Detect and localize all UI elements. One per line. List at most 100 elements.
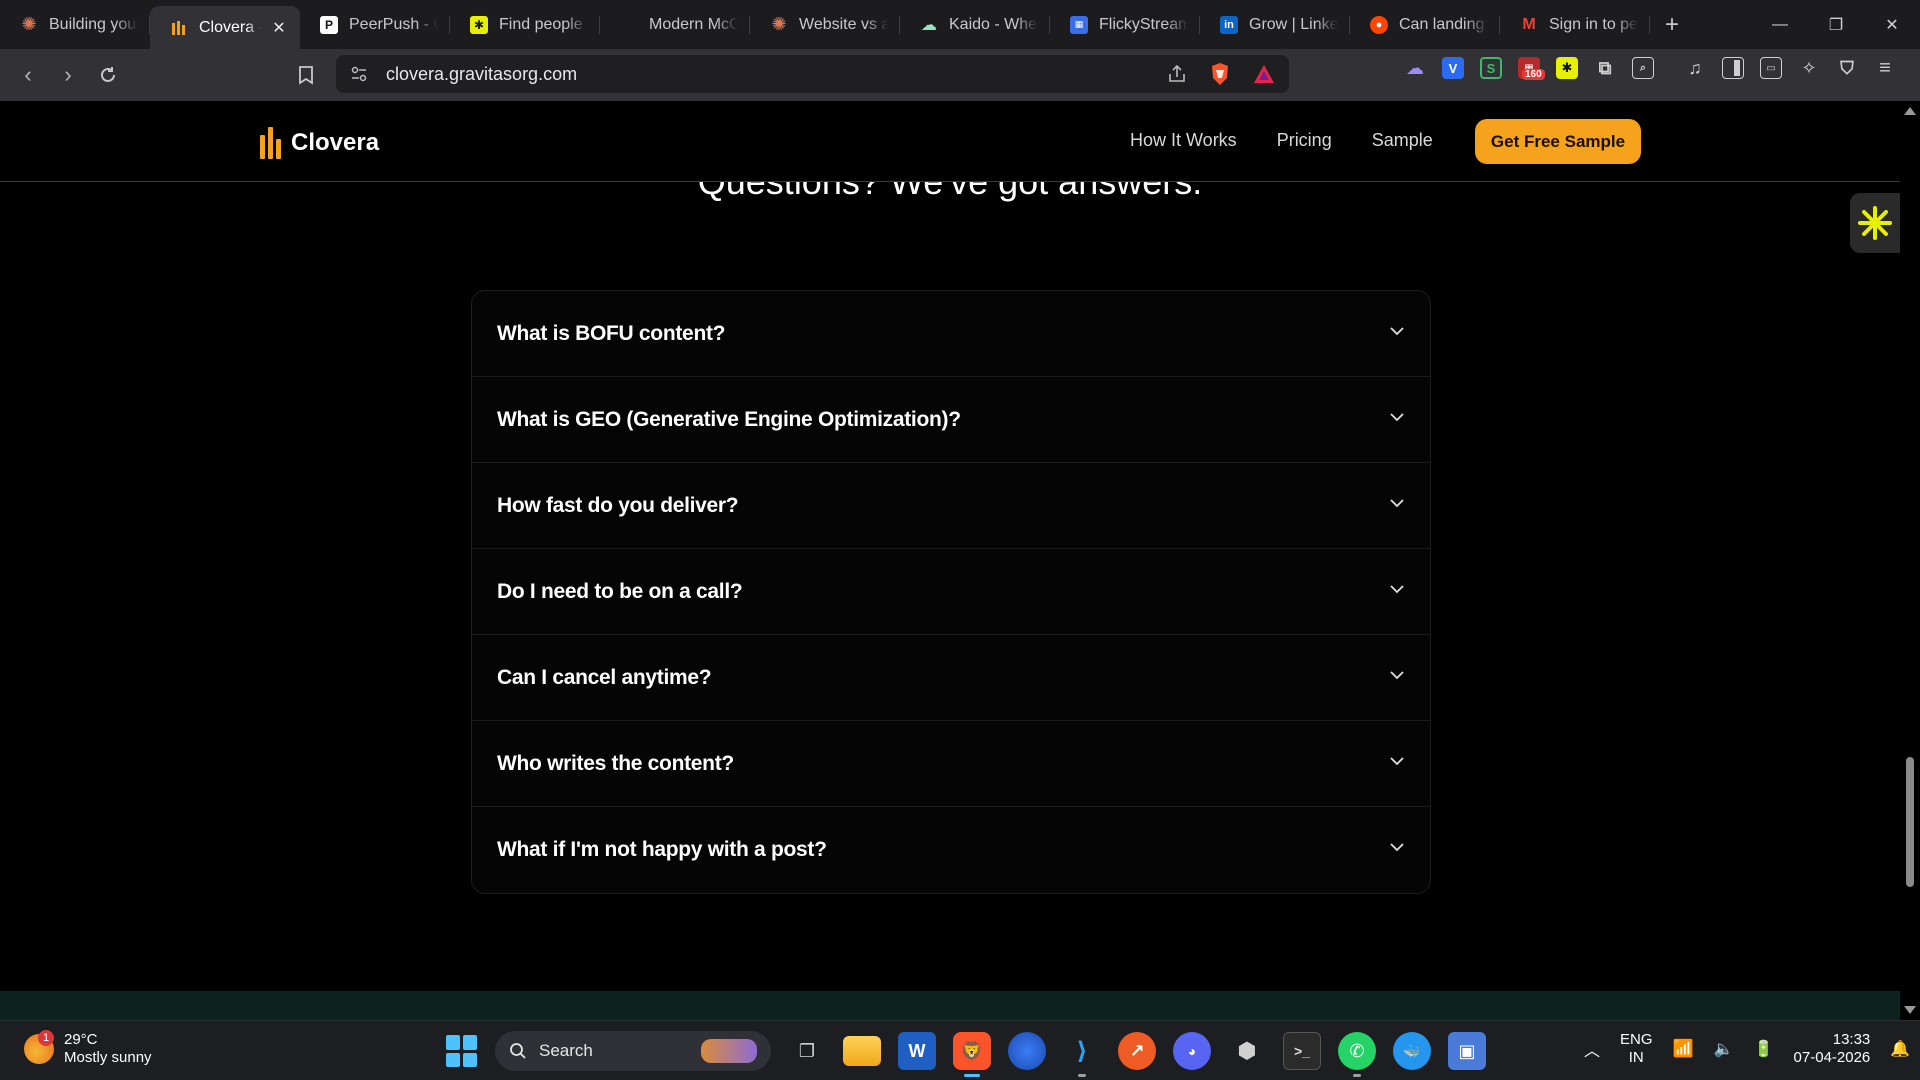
weather-temperature: 29°C	[64, 1031, 98, 1048]
chevron-right-icon: ›	[64, 62, 72, 87]
restore-button[interactable]: ❐	[1808, 0, 1864, 49]
tab-find-people[interactable]: ✱ Find people -	[450, 0, 600, 49]
sidebar-icon[interactable]	[1722, 57, 1744, 79]
reload-button[interactable]	[90, 57, 126, 93]
wallet-icon[interactable]: ▭	[1760, 57, 1782, 79]
nav-sample[interactable]: Sample	[1372, 130, 1433, 151]
minimize-button[interactable]: —	[1752, 0, 1808, 49]
vscode-icon[interactable]: ⟩	[1063, 1032, 1101, 1077]
brave-shields-icon[interactable]	[1209, 62, 1231, 86]
tab-label: Clovera -	[199, 18, 262, 36]
close-tab-icon[interactable]: ✕	[270, 18, 288, 38]
tab-label: Grow | Linked	[1249, 15, 1338, 33]
tab-label: Building your	[49, 15, 138, 33]
window-controls: — ❐ ✕	[1752, 0, 1920, 49]
nav-pricing[interactable]: Pricing	[1277, 130, 1332, 151]
docker-icon[interactable]: 🐳	[1393, 1032, 1431, 1070]
tab-peerpush[interactable]: P PeerPush - Gr	[300, 0, 450, 49]
tab-label: Find people -	[499, 15, 588, 33]
search-placeholder: Search	[539, 1041, 593, 1060]
sun-cloud-icon: 1	[24, 1030, 54, 1064]
notifications-bell-icon[interactable]: 🔔	[1890, 1039, 1910, 1059]
discord-icon[interactable]: ◕	[1173, 1032, 1211, 1070]
asterisk-extension-icon[interactable]: ✱	[1556, 57, 1578, 79]
chevron-down-icon	[1390, 843, 1404, 852]
menu-icon[interactable]: ≡	[1874, 57, 1896, 79]
get-free-sample-button[interactable]: Get Free Sample	[1475, 119, 1641, 164]
calendar-extension-icon[interactable]: ▦ 160	[1518, 57, 1545, 80]
chevron-up-icon[interactable]: ︿	[1584, 1037, 1600, 1061]
nav-how-it-works[interactable]: How It Works	[1130, 130, 1237, 151]
faq-question: What is GEO (Generative Engine Optimizat…	[497, 407, 961, 431]
faq-item-cancel[interactable]: Can I cancel anytime?	[472, 635, 1430, 721]
taskbar-search[interactable]: Search	[495, 1031, 771, 1071]
tab-can-landing[interactable]: ● Can landing p	[1350, 0, 1500, 49]
windows-taskbar: 1 29°C Mostly sunny Search ❐ W 🦁 ⟩ ↗ ◕ ⬢…	[0, 1020, 1920, 1080]
remote-desktop-icon[interactable]: ▣	[1448, 1032, 1486, 1070]
page-scrollbar[interactable]	[1900, 101, 1920, 1020]
puzzle-extensions-icon[interactable]: ⧉	[1594, 57, 1616, 79]
volume-icon[interactable]: 🔈	[1714, 1039, 1734, 1059]
wifi-icon[interactable]: 📶	[1673, 1039, 1694, 1059]
tab-building-your[interactable]: ✺ Building your	[0, 0, 150, 49]
bookmark-icon	[299, 66, 313, 85]
tab-grow-linkedin[interactable]: in Grow | Linked	[1200, 0, 1350, 49]
site-logo[interactable]: Clovera	[260, 127, 379, 159]
faq-item-writer[interactable]: Who writes the content?	[472, 721, 1430, 807]
tab-modern-mcg[interactable]: Modern McG	[600, 0, 750, 49]
music-icon[interactable]: ♫	[1684, 57, 1706, 79]
scrollbar-thumb[interactable]	[1906, 757, 1914, 887]
postman-icon[interactable]: ↗	[1118, 1032, 1156, 1070]
faq-item-delivery[interactable]: How fast do you deliver?	[472, 463, 1430, 549]
faq-item-geo[interactable]: What is GEO (Generative Engine Optimizat…	[472, 377, 1430, 463]
faq-item-not-happy[interactable]: What if I'm not happy with a post?	[472, 807, 1430, 893]
tab-clovera[interactable]: Clovera - ✕	[150, 6, 300, 49]
taskbar-apps: Search ❐ W 🦁 ⟩ ↗ ◕ ⬢ >_ ✆ 🐳 ▣	[446, 1031, 1486, 1077]
site-header: Clovera How It Works Pricing Sample Get …	[0, 101, 1900, 182]
chevron-left-icon: ‹	[24, 62, 32, 87]
faq-question: Who writes the content?	[497, 751, 734, 775]
web-page: Questions? We've got answers. Clovera Ho…	[0, 101, 1900, 1020]
site-settings-icon[interactable]	[350, 65, 368, 83]
word-icon[interactable]: W	[898, 1032, 936, 1070]
terminal-icon[interactable]: >_	[1283, 1032, 1321, 1070]
scroll-up-arrow-icon[interactable]	[1904, 107, 1916, 115]
cube-app-icon[interactable]: ⬢	[1228, 1032, 1266, 1070]
file-explorer-icon[interactable]	[843, 1036, 881, 1066]
back-button[interactable]: ‹	[10, 57, 46, 93]
weather-widget[interactable]: 1 29°C Mostly sunny	[24, 1030, 152, 1067]
tab-label: Kaido - Wher	[949, 15, 1038, 33]
language-indicator[interactable]: ENG IN	[1620, 1031, 1653, 1067]
tab-flickystream[interactable]: ▦ FlickyStream	[1050, 0, 1200, 49]
address-bar[interactable]: clovera.gravitasorg.com	[336, 55, 1289, 93]
tab-kaido[interactable]: ☁ Kaido - Wher	[900, 0, 1050, 49]
url-text[interactable]: clovera.gravitasorg.com	[386, 64, 577, 85]
firefox-icon[interactable]	[1008, 1032, 1046, 1070]
new-tab-button[interactable]: +	[1650, 0, 1694, 49]
faq-item-call[interactable]: Do I need to be on a call?	[472, 549, 1430, 635]
tab-sign-in[interactable]: M Sign in to pe	[1500, 0, 1650, 49]
brave-browser-icon[interactable]: 🦁	[953, 1032, 991, 1077]
scroll-down-arrow-icon[interactable]	[1904, 1006, 1916, 1014]
reddit-icon: ●	[1370, 15, 1388, 34]
brave-rewards-icon[interactable]	[1253, 64, 1275, 84]
close-window-button[interactable]: ✕	[1864, 0, 1920, 49]
faq-question: Can I cancel anytime?	[497, 665, 712, 689]
share-icon[interactable]	[1167, 64, 1187, 84]
windows-start-icon[interactable]	[446, 1035, 478, 1067]
vimeo-extension-icon[interactable]: V	[1442, 57, 1464, 79]
faq-item-bofu[interactable]: What is BOFU content?	[472, 291, 1430, 377]
language-code: ENG	[1620, 1031, 1653, 1048]
forward-button[interactable]: ›	[50, 57, 86, 93]
s-extension-icon[interactable]: S	[1480, 57, 1502, 79]
leo-ai-icon[interactable]: ✧	[1798, 57, 1820, 79]
battery-icon[interactable]: 🔋	[1754, 1039, 1774, 1059]
tab-website-vs[interactable]: ✺ Website vs au	[750, 0, 900, 49]
screenshot-icon[interactable]: ⌕	[1632, 57, 1654, 79]
system-clock[interactable]: 13:33 07-04-2026	[1794, 1031, 1871, 1067]
cloud-extension-icon[interactable]: ☁	[1404, 57, 1426, 79]
task-view-icon[interactable]: ❐	[788, 1032, 826, 1070]
bookmark-button[interactable]	[294, 59, 318, 91]
whatsapp-icon[interactable]: ✆	[1338, 1032, 1376, 1077]
vpn-shield-icon[interactable]: ⛉	[1836, 57, 1858, 79]
